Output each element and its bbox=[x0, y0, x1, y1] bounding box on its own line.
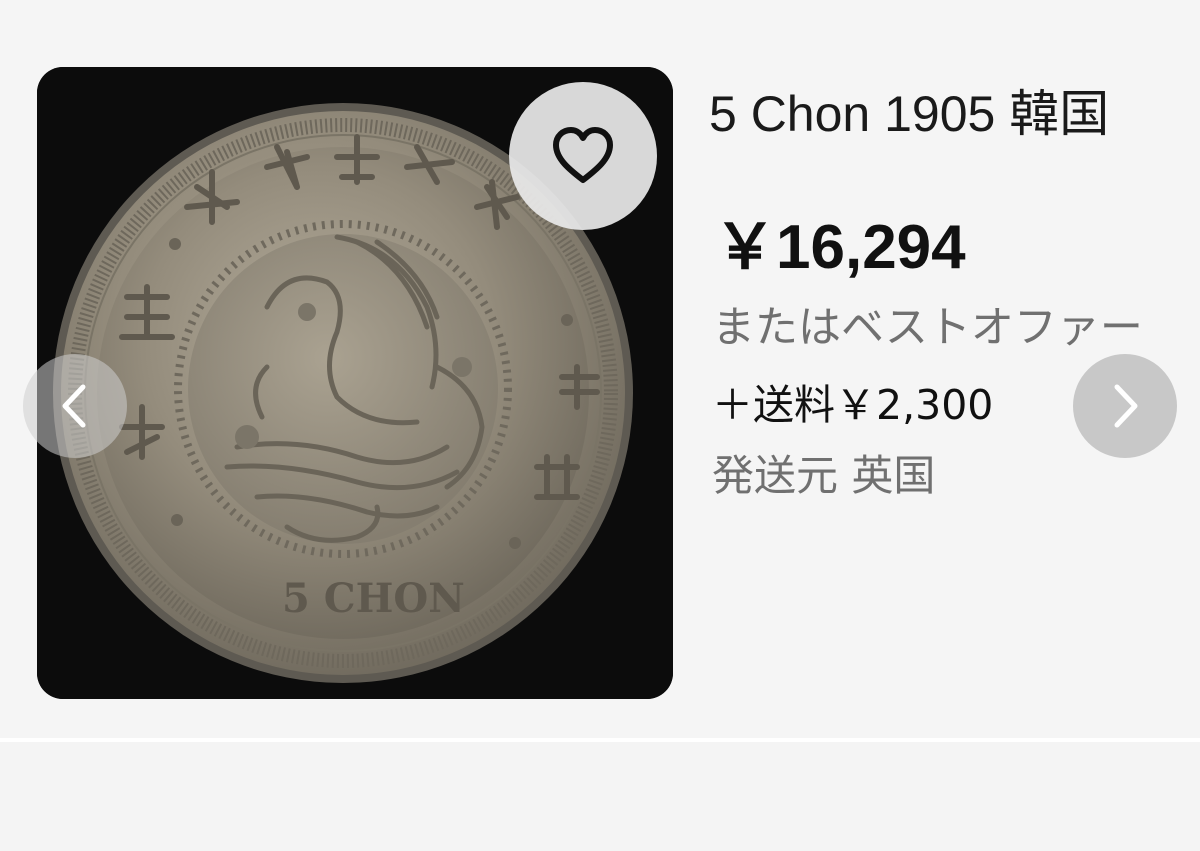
listing-card[interactable]: 5 CHON 5 Chon 1905 韓国 ￥16,294 またはベストオファー… bbox=[0, 0, 1200, 738]
listing-title[interactable]: 5 Chon 1905 韓国 bbox=[709, 74, 1109, 146]
shipping-cost: ＋送料￥2,300 bbox=[712, 381, 994, 429]
listing-price: ￥16,294 bbox=[714, 213, 966, 282]
screen: 5 CHON 5 Chon 1905 韓国 ￥16,294 またはベストオファー… bbox=[0, 0, 1200, 851]
chevron-left-icon bbox=[62, 384, 86, 428]
previous-image-button[interactable] bbox=[23, 354, 127, 458]
coin-legend-text: 5 CHON bbox=[282, 575, 465, 622]
next-image-button[interactable] bbox=[1073, 354, 1177, 458]
best-offer-label: またはベストオファー bbox=[712, 303, 1143, 353]
heart-outline-icon bbox=[553, 127, 613, 183]
ships-from-location: 発送元 英国 bbox=[712, 451, 936, 500]
favorite-button[interactable] bbox=[509, 82, 657, 230]
next-listing-area bbox=[0, 742, 1200, 851]
chevron-right-icon bbox=[1114, 384, 1138, 428]
